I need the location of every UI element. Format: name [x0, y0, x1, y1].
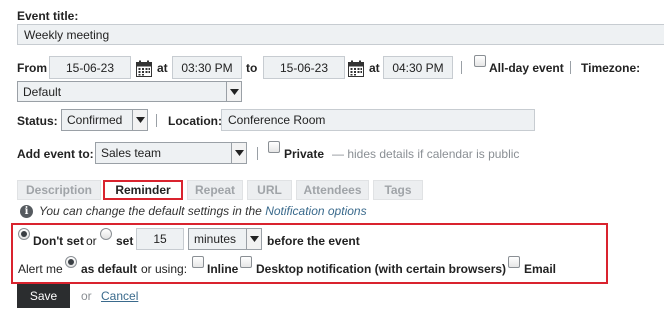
inline-checkbox[interactable]	[192, 256, 204, 268]
info-icon: i	[20, 205, 33, 218]
or-text: or	[86, 234, 97, 248]
desktop-notification-checkbox[interactable]	[240, 256, 252, 268]
start-time-input[interactable]: 03:30 PM	[172, 56, 242, 79]
tab-tags[interactable]: Tags	[373, 180, 423, 200]
tab-attendees[interactable]: Attendees	[296, 180, 369, 200]
email-label: Email	[524, 262, 557, 276]
as-default-radio[interactable]	[65, 256, 77, 268]
private-checkbox[interactable]	[268, 141, 280, 153]
tab-reminder[interactable]: Reminder	[103, 180, 183, 200]
timezone-value: Default	[23, 84, 62, 99]
dont-set-radio[interactable]	[18, 228, 30, 240]
desktop-notification-label: Desktop notification (with certain brows…	[256, 262, 507, 276]
tab-url[interactable]: URL	[247, 180, 292, 200]
alert-me-label: Alert me	[18, 262, 63, 276]
or-text: or	[81, 289, 92, 303]
private-label: Private	[284, 147, 325, 161]
cancel-link[interactable]: Cancel	[101, 289, 138, 303]
status-value: Confirmed	[67, 113, 123, 127]
location-input[interactable]: Conference Room	[221, 109, 535, 131]
divider	[257, 147, 258, 160]
tab-description[interactable]: Description	[17, 180, 101, 200]
or-using-text: or using:	[141, 262, 188, 276]
at-label-start: at	[157, 61, 168, 75]
status-label: Status:	[17, 114, 58, 128]
chevron-down-icon	[132, 110, 147, 130]
save-button[interactable]: Save	[17, 284, 70, 308]
add-event-to-label: Add event to:	[17, 147, 94, 161]
timezone-select[interactable]: Default	[17, 81, 242, 102]
to-label: to	[246, 61, 258, 75]
all-day-checkbox[interactable]	[474, 55, 486, 67]
divider	[156, 114, 157, 127]
event-title-input[interactable]: Weekly meeting	[17, 24, 664, 45]
event-title-label: Event title:	[17, 9, 79, 23]
private-note: — hides details if calendar is public	[332, 147, 520, 161]
info-message: You can change the default settings in t…	[39, 204, 262, 218]
reminder-amount-input[interactable]: 15	[136, 228, 184, 250]
tab-repeat[interactable]: Repeat	[187, 180, 243, 200]
reminder-unit-select[interactable]: minutes	[188, 228, 262, 250]
divider	[461, 61, 462, 74]
at-label-end: at	[369, 61, 380, 75]
as-default-label: as default	[81, 262, 138, 276]
location-label: Location:	[168, 114, 222, 128]
start-date-input[interactable]: 15-06-23	[49, 56, 131, 79]
end-date-input[interactable]: 15-06-23	[263, 56, 345, 79]
reminder-unit-value: minutes	[194, 232, 237, 246]
calendar-select[interactable]: Sales team	[95, 142, 247, 164]
dont-set-label: Don't set	[33, 234, 84, 248]
calendar-icon[interactable]	[348, 60, 364, 77]
status-select[interactable]: Confirmed	[61, 109, 148, 131]
chevron-down-icon	[246, 229, 261, 249]
divider	[570, 61, 571, 74]
calendar-value: Sales team	[101, 146, 162, 160]
info-text: You can change the default settings in t…	[39, 204, 367, 218]
calendar-icon[interactable]	[136, 60, 152, 77]
from-label: From	[17, 61, 47, 75]
all-day-label: All-day event	[489, 61, 564, 75]
timezone-label: Timezone:	[581, 61, 641, 75]
end-time-input[interactable]: 04:30 PM	[383, 56, 453, 79]
before-event-label: before the event	[267, 234, 360, 248]
notification-options-link[interactable]: Notification options	[265, 204, 366, 218]
chevron-down-icon	[231, 143, 246, 163]
set-radio[interactable]	[100, 228, 112, 240]
chevron-down-icon	[226, 82, 241, 101]
set-label: set	[116, 234, 134, 248]
email-checkbox[interactable]	[508, 256, 520, 268]
inline-label: Inline	[207, 262, 239, 276]
